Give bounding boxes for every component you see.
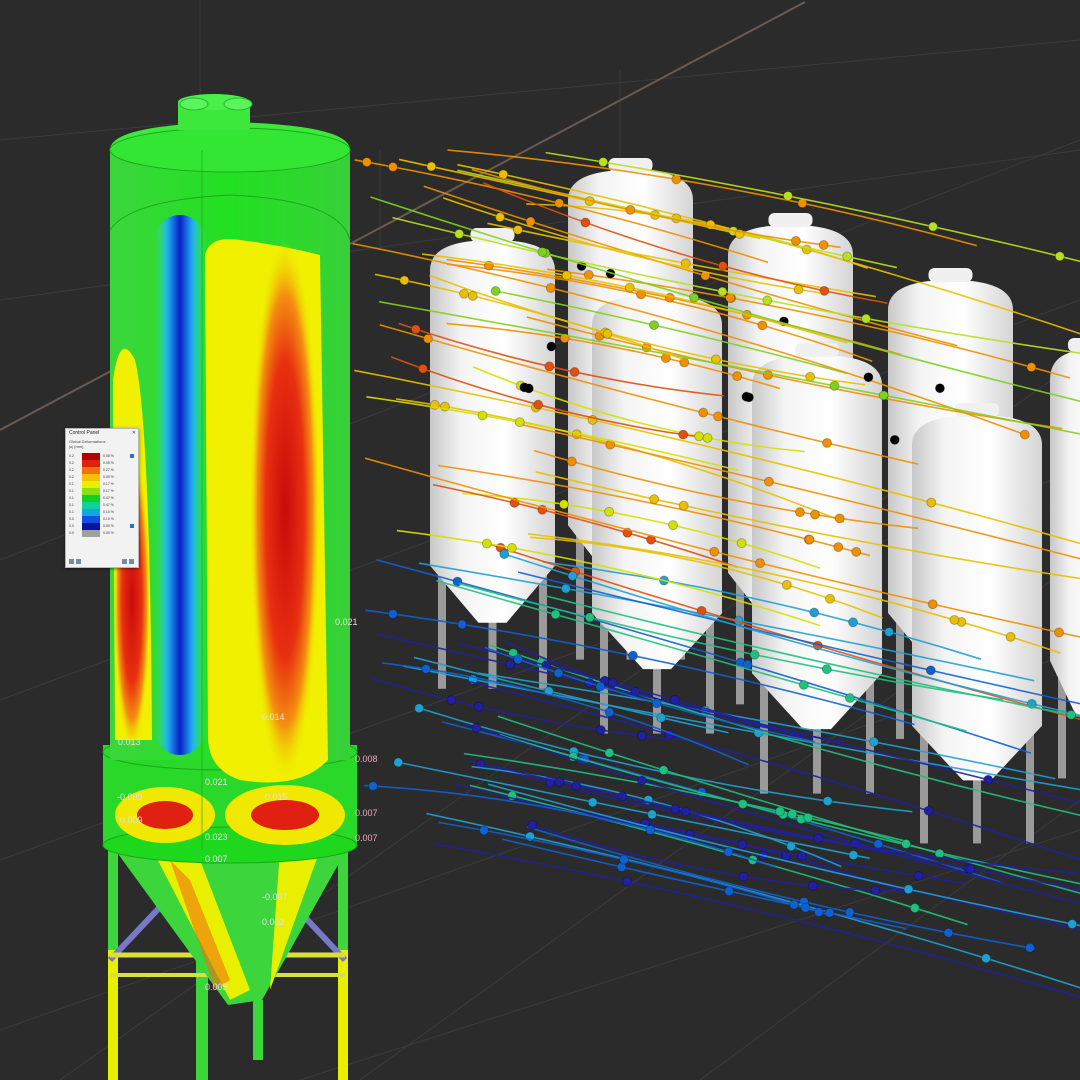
- legend-value: 0.2: [69, 461, 74, 465]
- silo-label: 0.009: [120, 815, 143, 825]
- silo-label: 0.021: [205, 777, 228, 787]
- panel-tool-icon[interactable]: [69, 559, 74, 564]
- legend-swatch: [82, 502, 100, 509]
- legend-swatch: [82, 488, 100, 495]
- legend-swatch: [82, 530, 100, 537]
- silo-label: 0.007: [205, 854, 228, 864]
- legend-swatch: [82, 481, 100, 488]
- legend-percent: 0.10 %: [103, 510, 114, 514]
- legend-percent: 0.00 %: [103, 524, 114, 528]
- legend-row: 0.1 0.10 %: [69, 509, 135, 516]
- legend-swatch: [82, 523, 100, 530]
- legend-percent: 0.05 %: [103, 461, 114, 465]
- control-panel-title: Control Panel: [69, 430, 100, 436]
- legend-percent: 0.47 %: [103, 496, 114, 500]
- close-icon[interactable]: ✕: [132, 430, 136, 436]
- legend-row: 0.1 0.17 %: [69, 488, 135, 495]
- legend-value: 0.1: [69, 496, 74, 500]
- legend-swatch: [82, 460, 100, 467]
- panel-tool-icon[interactable]: [76, 559, 81, 564]
- silo-label: -0.009: [117, 792, 143, 802]
- legend-percent: 0.47 %: [103, 503, 114, 507]
- legend-percent: 0.17 %: [103, 489, 114, 493]
- silo-label: 0.008: [355, 754, 378, 764]
- legend-swatch: [82, 509, 100, 516]
- legend-row: 0.0 0.10 %: [69, 516, 135, 523]
- legend-value: 0.0: [69, 517, 74, 521]
- panel-settings-icon[interactable]: [122, 559, 127, 564]
- legend-percent: 0.27 %: [103, 468, 114, 472]
- legend-percent: 0.05 %: [103, 454, 114, 458]
- legend-value: 0.1: [69, 510, 74, 514]
- legend-value: 0.2: [69, 468, 74, 472]
- legend-percent: 0.09 %: [103, 475, 114, 479]
- legend-value: 0.2: [69, 475, 74, 479]
- silo-label: 0.021: [335, 617, 358, 627]
- silo-label: -0.007: [262, 892, 288, 902]
- legend-row: 0.2 0.05 %: [69, 460, 135, 467]
- legend-marker[interactable]: [130, 524, 134, 528]
- silo-label: 0.007: [355, 833, 378, 843]
- color-legend: 0.2 0.05 % 0.2 0.05 % 0.2 0.27 % 0.2 0.09 % 0.1 0…: [69, 453, 135, 537]
- legend-value: 0.0: [69, 531, 74, 535]
- control-panel[interactable]: Control Panel ✕ Global Deformations |u| …: [65, 428, 139, 568]
- legend-percent: 0.10 %: [103, 517, 114, 521]
- silo-label: 0.023: [205, 832, 228, 842]
- deformed-silo: [102, 94, 358, 1080]
- legend-swatch: [82, 467, 100, 474]
- legend-row: 0.1 0.47 %: [69, 495, 135, 502]
- legend-row: 0.2 0.05 %: [69, 453, 135, 460]
- legend-value: 0.2: [69, 454, 74, 458]
- 3d-viewport[interactable]: 0.021 0.014 0.015 0.021 -0.009 0.009 0.0…: [0, 0, 1080, 1080]
- silo-label: 0.014: [262, 712, 285, 722]
- silo-label: 0.002: [262, 917, 285, 927]
- panel-settings-icon[interactable]: [129, 559, 134, 564]
- legend-swatch: [82, 495, 100, 502]
- silo-label: 0.013: [118, 737, 141, 747]
- legend-value: 0.1: [69, 489, 74, 493]
- legend-row: 0.1 0.47 %: [69, 502, 135, 509]
- legend-row: 0.0 0.00 %: [69, 523, 135, 530]
- legend-row: 0.0 0.00 %: [69, 530, 135, 537]
- legend-percent: 0.17 %: [103, 482, 114, 486]
- silo-label: 0.015: [265, 792, 288, 802]
- legend-percent: 0.00 %: [103, 531, 114, 535]
- silo-label: 0.005: [205, 982, 228, 992]
- legend-swatch: [82, 516, 100, 523]
- legend-value: 0.1: [69, 503, 74, 507]
- legend-marker[interactable]: [130, 454, 134, 458]
- legend-row: 0.2 0.09 %: [69, 474, 135, 481]
- silo-label: 0.007: [355, 808, 378, 818]
- legend-row: 0.2 0.27 %: [69, 467, 135, 474]
- legend-swatch: [82, 474, 100, 481]
- legend-swatch: [82, 453, 100, 460]
- legend-row: 0.1 0.17 %: [69, 481, 135, 488]
- legend-value: 0.1: [69, 482, 74, 486]
- legend-value: 0.0: [69, 524, 74, 528]
- control-panel-unit: |u| [mm]: [69, 444, 84, 449]
- tank-array: [430, 158, 1080, 844]
